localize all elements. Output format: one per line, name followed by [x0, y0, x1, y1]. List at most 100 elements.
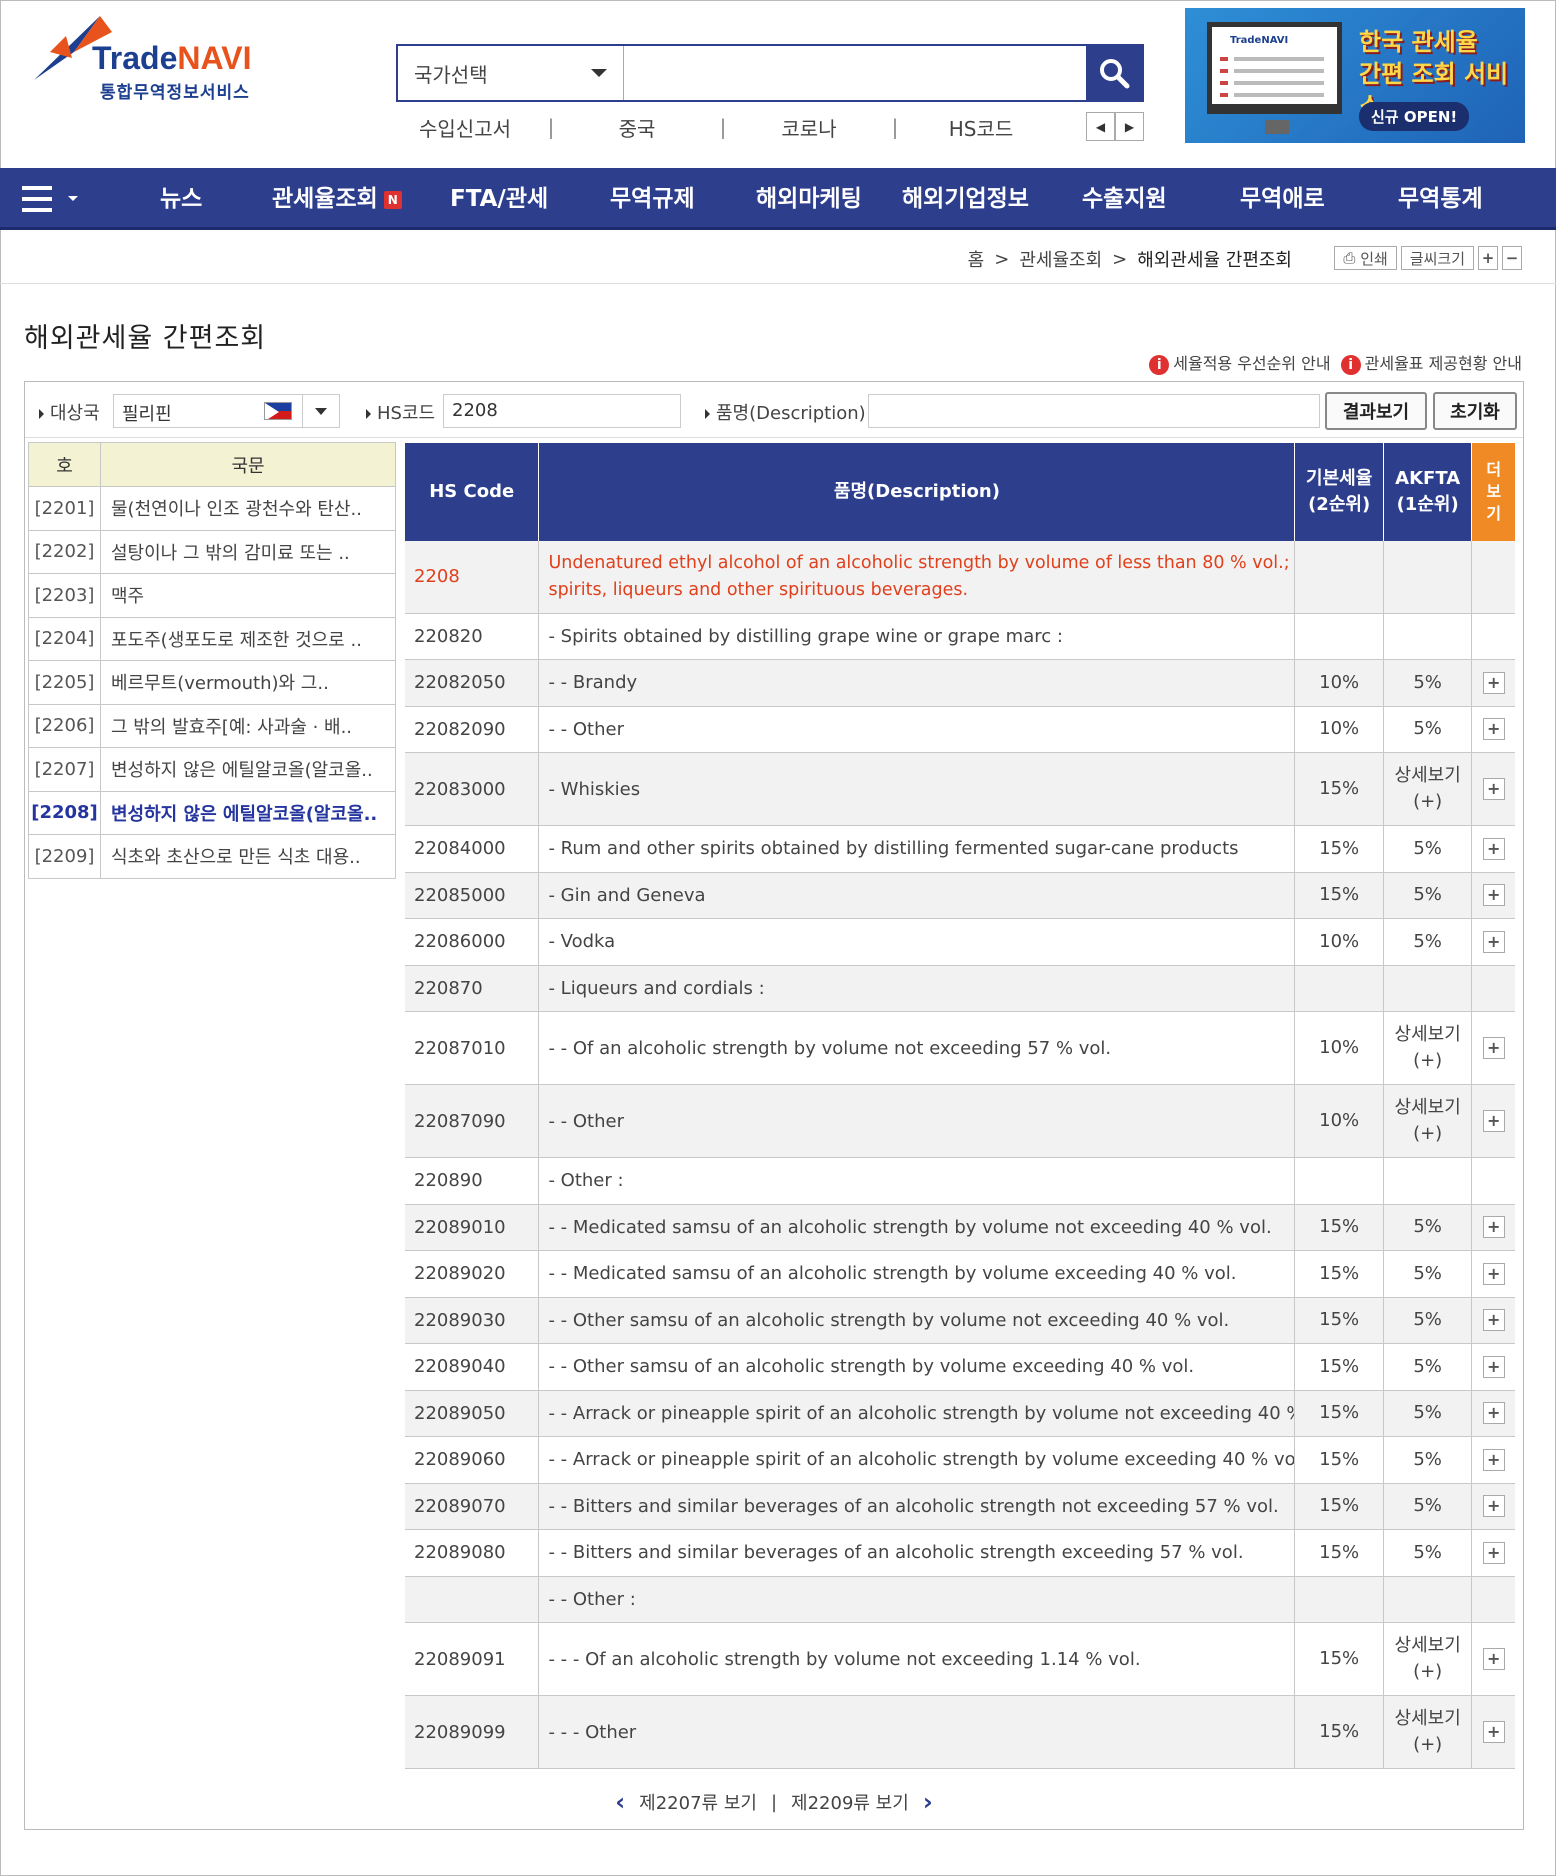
coverage-notice-link[interactable]: i 관세율표 제공현황 안내 — [1340, 350, 1522, 375]
heading-name[interactable]: 포도주(생포도로 제조한 것으로 .. — [100, 616, 396, 661]
expand-button[interactable]: + — [1482, 1216, 1505, 1239]
expand-button[interactable]: + — [1482, 1355, 1505, 1378]
expand-button[interactable]: + — [1482, 718, 1505, 741]
prev-chapter-link[interactable]: 제2207류 보기 — [639, 1789, 757, 1815]
heading-row[interactable]: [2207] 변성하지 않은 에틸알코올(알코올.. — [28, 747, 396, 792]
expand-button[interactable]: + — [1482, 671, 1505, 694]
heading-code: [2209] — [28, 834, 101, 879]
expand-button[interactable]: + — [1482, 1262, 1505, 1285]
menu-icon[interactable] — [22, 186, 52, 219]
heading-name[interactable]: 베르무트(vermouth)와 그.. — [100, 660, 396, 705]
nav-item-tariff[interactable]: 관세율조회 N — [272, 168, 402, 230]
heading-row[interactable]: [2201] 물(천연이나 인조 광천수와 탄산.. — [28, 486, 396, 531]
nav-item-news[interactable]: 뉴스 — [160, 168, 202, 230]
breadcrumb-home[interactable]: 홈 — [968, 246, 985, 272]
chevron-left-icon[interactable]: ‹ — [615, 1788, 625, 1816]
country-select[interactable]: 국가선택 — [398, 46, 624, 100]
hs-code: 2208 — [405, 541, 540, 614]
heading-name[interactable]: 변성하지 않은 에틸알코올(알코올.. — [100, 790, 396, 835]
promo-banner[interactable]: TradeNAVI 한국 관세율간편 조회 서비스 신규 OPEN! — [1185, 8, 1525, 143]
hs-code: 22089099 — [405, 1695, 540, 1769]
akfta-detail-link[interactable]: 상세보기 (+) — [1383, 1011, 1473, 1085]
description: - - Other — [538, 706, 1296, 753]
chevron-right-icon[interactable]: › — [923, 1788, 933, 1816]
heading-row[interactable]: [2206] 그 밖의 발효주[예: 사과술 · 배.. — [28, 703, 396, 748]
expand-button[interactable]: + — [1482, 930, 1505, 953]
heading-name[interactable]: 설탕이나 그 밖의 감미료 또는 .. — [100, 529, 396, 574]
nav-item-fta[interactable]: FTA/관세 — [450, 168, 548, 230]
basic-rate: 15% — [1294, 1343, 1384, 1391]
expand-button[interactable]: + — [1482, 1309, 1505, 1332]
tariff-row: 22082090- - Other 10% 5% + — [405, 706, 1515, 753]
next-keyword-button[interactable]: ▶ — [1115, 112, 1144, 141]
column-header: 호 — [28, 442, 101, 487]
expand-button[interactable]: + — [1482, 778, 1505, 800]
heading-row[interactable]: [2202] 설탕이나 그 밖의 감미료 또는 .. — [28, 529, 396, 574]
reset-button[interactable]: 초기화 — [1433, 392, 1517, 430]
keyword-link[interactable]: 수입신고서 — [396, 113, 534, 142]
search-input[interactable] — [624, 46, 1086, 100]
prev-keyword-button[interactable]: ◀ — [1086, 112, 1115, 141]
expand-button[interactable]: + — [1482, 1037, 1505, 1059]
heading-row[interactable]: [2208] 변성하지 않은 에틸알코올(알코올.. — [28, 790, 396, 835]
expand-button[interactable]: + — [1482, 1110, 1505, 1132]
nav-item-difficulty[interactable]: 무역애로 — [1240, 168, 1325, 230]
expand-button[interactable]: + — [1482, 837, 1505, 860]
tariff-panel: 대상국 필리핀 HS코드 2208 품명(Description) 결과보기 초… — [24, 381, 1524, 1830]
expand-button[interactable]: + — [1482, 1541, 1505, 1564]
basic-rate: 15% — [1294, 1695, 1384, 1769]
heading-name[interactable]: 맥주 — [100, 573, 396, 618]
expand-button[interactable]: + — [1482, 1402, 1505, 1425]
description-input[interactable] — [868, 394, 1320, 428]
more-cell: + — [1471, 752, 1515, 826]
priority-notice-link[interactable]: i 세율적용 우선순위 안내 — [1149, 350, 1331, 375]
akfta-detail-link[interactable]: 상세보기 (+) — [1383, 752, 1473, 826]
heading-row[interactable]: [2205] 베르무트(vermouth)와 그.. — [28, 660, 396, 705]
nav-item-regulation[interactable]: 무역규제 — [610, 168, 695, 230]
akfta-rate: 5% — [1383, 918, 1473, 966]
keyword-link[interactable]: 코로나 — [740, 113, 878, 142]
nav-item-export[interactable]: 수출지원 — [1082, 168, 1167, 230]
filter-bar: 대상국 필리핀 HS코드 2208 품명(Description) 결과보기 초… — [25, 382, 1523, 438]
heading-row[interactable]: [2203] 맥주 — [28, 573, 396, 618]
country-label: 대상국 — [39, 399, 100, 425]
expand-button[interactable]: + — [1482, 1448, 1505, 1471]
heading-name[interactable]: 물(천연이나 인조 광천수와 탄산.. — [100, 486, 396, 531]
akfta-detail-link[interactable]: 상세보기 (+) — [1383, 1695, 1473, 1769]
font-decrease-button[interactable]: − — [1502, 246, 1522, 270]
keyword-link[interactable]: HS코드 — [912, 113, 1050, 142]
keyword-link[interactable]: 중국 — [568, 113, 706, 142]
expand-button[interactable]: + — [1482, 1721, 1505, 1743]
akfta-rate: 5% — [1383, 1204, 1473, 1251]
basic-rate — [1294, 541, 1384, 614]
breadcrumb-level1[interactable]: 관세율조회 — [1019, 246, 1102, 272]
heading-row[interactable]: [2209] 식초와 초산으로 만든 식초 대용.. — [28, 834, 396, 879]
search-icon — [1100, 59, 1130, 89]
heading-name[interactable]: 식초와 초산으로 만든 식초 대용.. — [100, 834, 396, 879]
breadcrumb: 홈 > 관세율조회 > 해외관세율 간편조회 — [968, 246, 1292, 272]
more-cell — [1471, 1576, 1515, 1623]
akfta-detail-link[interactable]: 상세보기 (+) — [1383, 1622, 1473, 1696]
nav-item-marketing[interactable]: 해외마케팅 — [756, 168, 862, 230]
hs-code: 22087090 — [405, 1084, 540, 1158]
expand-button[interactable]: + — [1482, 1495, 1505, 1518]
akfta-detail-link[interactable]: 상세보기 (+) — [1383, 1084, 1473, 1158]
nav-item-company[interactable]: 해외기업정보 — [902, 168, 1029, 230]
search-button[interactable] — [1086, 46, 1142, 100]
expand-button[interactable]: + — [1482, 1648, 1505, 1670]
expand-button[interactable]: + — [1482, 884, 1505, 907]
result-button[interactable]: 결과보기 — [1325, 392, 1427, 430]
print-button[interactable]: ⎙ 인쇄 — [1334, 246, 1397, 270]
heading-name[interactable]: 그 밖의 발효주[예: 사과술 · 배.. — [100, 703, 396, 748]
keyword-separator: | — [547, 115, 555, 139]
hs-code-input[interactable]: 2208 — [443, 394, 681, 428]
dropdown-arrow-button[interactable] — [302, 394, 340, 428]
heading-row[interactable]: [2204] 포도주(생포도로 제조한 것으로 .. — [28, 616, 396, 661]
tradenavi-logo[interactable]: TradeNAVI 통합무역정보서비스 — [30, 10, 270, 103]
next-chapter-link[interactable]: 제2209류 보기 — [791, 1789, 909, 1815]
nav-item-stats[interactable]: 무역통계 — [1398, 168, 1483, 230]
country-dropdown[interactable]: 필리핀 — [113, 394, 303, 428]
description: - - Other : — [538, 1576, 1296, 1623]
font-increase-button[interactable]: + — [1478, 246, 1498, 270]
heading-name[interactable]: 변성하지 않은 에틸알코올(알코올.. — [100, 747, 396, 792]
